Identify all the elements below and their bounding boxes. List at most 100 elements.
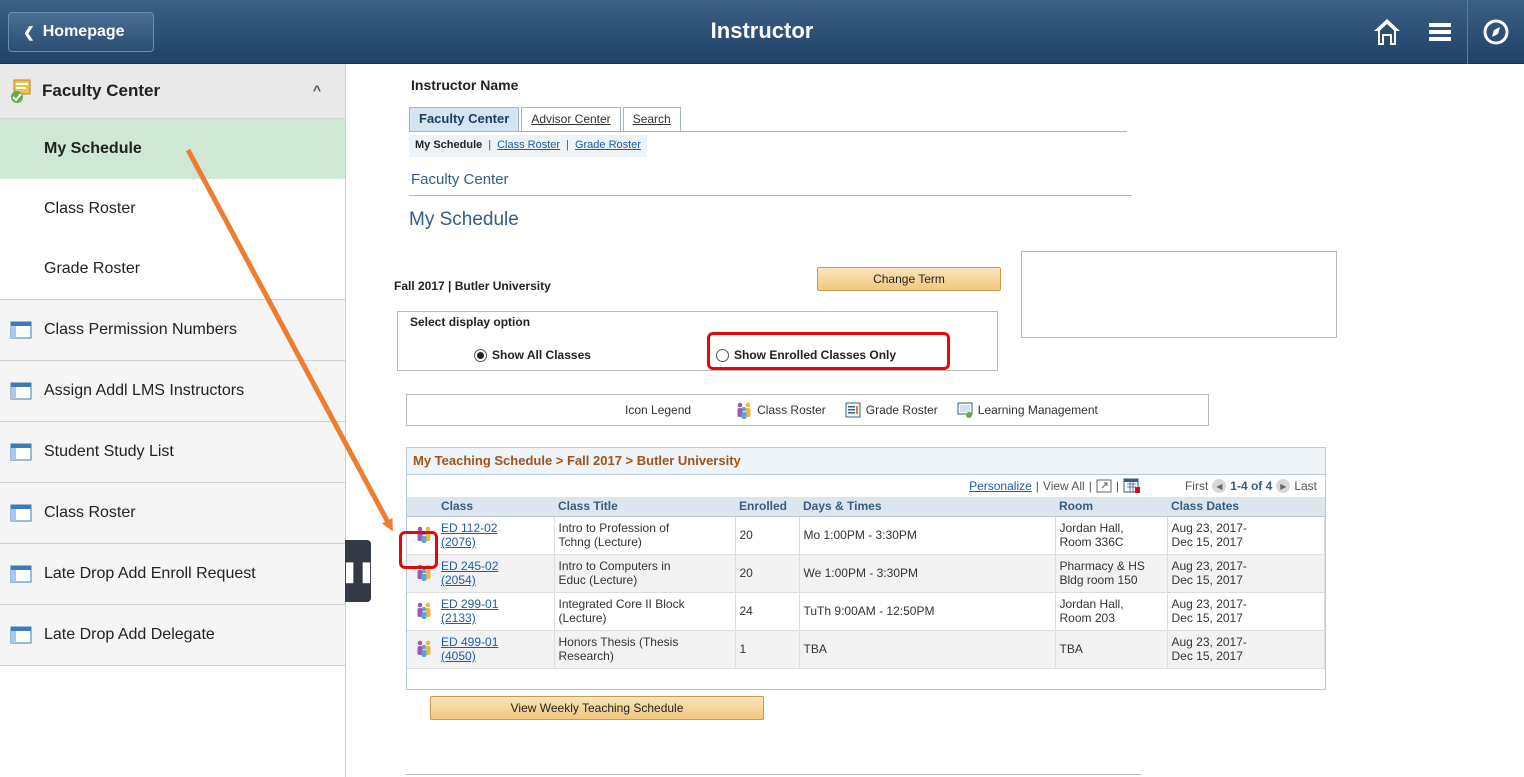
cell-days-times: We 1:00PM - 3:30PM bbox=[799, 554, 1056, 593]
first-link[interactable]: First bbox=[1185, 479, 1208, 493]
dates-line2: Dec 15, 2017 bbox=[1171, 573, 1243, 587]
cell-class: ED 112-02 (2076) bbox=[437, 516, 555, 555]
cell-roster-icon bbox=[407, 592, 437, 631]
home-icon[interactable] bbox=[1371, 16, 1403, 48]
cell-enrolled: 1 bbox=[735, 630, 800, 669]
grade-roster-icon bbox=[845, 402, 861, 418]
class-link[interactable]: ED 245-02 (2054) bbox=[441, 559, 498, 587]
instructor-name: Instructor Name bbox=[411, 77, 519, 93]
cell-class: ED 499-01 (4050) bbox=[437, 630, 555, 669]
legend-label: Grade Roster bbox=[865, 403, 938, 417]
class-link[interactable]: ED 499-01 (4050) bbox=[441, 635, 498, 663]
class-roster-icon[interactable] bbox=[415, 564, 433, 584]
page-icon bbox=[10, 382, 32, 400]
homepage-label: Homepage bbox=[42, 23, 125, 40]
section-divider bbox=[409, 195, 1132, 196]
cell-enrolled: 24 bbox=[735, 592, 800, 631]
sidebar-item-late-drop-add-delegate[interactable]: Late Drop Add Delegate bbox=[0, 605, 345, 666]
dates-line2: Dec 15, 2017 bbox=[1171, 535, 1243, 549]
change-term-button[interactable]: Change Term bbox=[817, 267, 1001, 291]
navbar-compass-icon[interactable] bbox=[1480, 16, 1512, 48]
tab-divider bbox=[409, 131, 1127, 132]
dates-line1: Aug 23, 2017- bbox=[1171, 635, 1247, 649]
view-weekly-teaching-schedule-button[interactable]: View Weekly Teaching Schedule bbox=[430, 696, 764, 720]
cell-room: Pharmacy & HS Bldg room 150 bbox=[1055, 554, 1168, 593]
sidebar-item-class-roster-page[interactable]: Class Roster bbox=[0, 483, 345, 544]
cell-class-title: Intro to Profession of Tchng (Lecture) bbox=[554, 516, 736, 555]
dates-line1: Aug 23, 2017- bbox=[1171, 597, 1247, 611]
class-code: ED 299-01 bbox=[441, 597, 499, 611]
class-roster-icon[interactable] bbox=[415, 602, 433, 622]
legend-label: Learning Management bbox=[977, 403, 1098, 417]
download-spreadsheet-icon[interactable] bbox=[1123, 478, 1141, 494]
class-title-line2: Tchng (Lecture) bbox=[558, 535, 642, 549]
chevron-up-icon[interactable]: ^ bbox=[313, 82, 321, 98]
subnav-separator: | bbox=[566, 139, 569, 151]
last-link[interactable]: Last bbox=[1294, 479, 1317, 493]
cell-room: TBA bbox=[1055, 630, 1168, 669]
center-tabs: Faculty Center Advisor Center Search bbox=[409, 107, 683, 131]
grid-nav-separator: | bbox=[1035, 479, 1039, 493]
page-range: 1-4 of 4 bbox=[1230, 479, 1273, 493]
sidebar-faculty-center-header[interactable]: Faculty Center ^ bbox=[0, 64, 345, 119]
class-link[interactable]: ED 299-01 (2133) bbox=[441, 597, 498, 625]
highlight-box-roster-icon bbox=[399, 531, 438, 569]
highlight-box-enrolled-option bbox=[707, 332, 950, 370]
page-icon bbox=[10, 565, 32, 583]
sidebar-item-label: Class Roster bbox=[44, 504, 136, 521]
subnav-link-grade-roster[interactable]: Grade Roster bbox=[575, 139, 641, 153]
sidebar-item-late-drop-add-enroll-request[interactable]: Late Drop Add Enroll Request bbox=[0, 544, 345, 605]
next-page-icon[interactable]: ▶ bbox=[1276, 479, 1291, 493]
radio-label: Show All Classes bbox=[492, 348, 591, 362]
schedule-table: Class Class Title Enrolled Days & Times … bbox=[407, 497, 1325, 669]
zoom-grid-icon[interactable] bbox=[1096, 479, 1112, 493]
cell-days-times: Mo 1:00PM - 3:30PM bbox=[799, 516, 1056, 555]
tab-search[interactable]: Search bbox=[622, 107, 681, 131]
tab-advisor-center[interactable]: Advisor Center bbox=[521, 107, 621, 131]
sidebar-item-class-permission-numbers[interactable]: Class Permission Numbers bbox=[0, 300, 345, 361]
homepage-back-button[interactable]: ❮ Homepage bbox=[8, 12, 154, 52]
class-title-line2: Educ (Lecture) bbox=[558, 573, 638, 587]
page-icon bbox=[10, 321, 32, 339]
cell-room: Jordan Hall, Room 336C bbox=[1055, 516, 1168, 555]
header-days-times: Days & Times bbox=[799, 497, 1055, 517]
legend-grade-roster: Grade Roster bbox=[844, 401, 938, 419]
class-number: (2054) bbox=[441, 573, 476, 587]
sidebar: Faculty Center ^ My Schedule Class Roste… bbox=[0, 64, 346, 777]
personalize-link[interactable]: Personalize bbox=[969, 479, 1032, 493]
table-row: ED 299-01 (2133) Integrated Core II Block(… bbox=[407, 592, 1325, 631]
sidebar-item-class-roster[interactable]: Class Roster bbox=[0, 179, 345, 239]
class-title-line2: (Lecture) bbox=[558, 611, 607, 625]
cell-class-dates: Aug 23, 2017- Dec 15, 2017 bbox=[1167, 630, 1325, 669]
class-title-line2: Research) bbox=[558, 649, 614, 663]
grid-nav-separator: | bbox=[1115, 479, 1119, 493]
class-number: (2133) bbox=[441, 611, 476, 625]
room-line1: TBA bbox=[1059, 642, 1083, 656]
section-label: Faculty Center bbox=[411, 171, 509, 188]
subnav-current: My Schedule bbox=[415, 139, 483, 151]
dates-line2: Dec 15, 2017 bbox=[1171, 649, 1243, 663]
class-code: ED 245-02 bbox=[441, 559, 499, 573]
hamburger-menu-icon[interactable] bbox=[1424, 16, 1456, 48]
cell-class-title: Integrated Core II Block (Lecture) bbox=[554, 592, 736, 631]
previous-page-icon[interactable]: ◀ bbox=[1212, 479, 1227, 493]
class-link[interactable]: ED 112-02 (2076) bbox=[441, 521, 497, 549]
sidebar-item-label: Student Study List bbox=[44, 443, 174, 460]
view-all-link[interactable]: View All bbox=[1043, 479, 1085, 493]
sidebar-item-student-study-list[interactable]: Student Study List bbox=[0, 422, 345, 483]
page-icon bbox=[10, 443, 32, 461]
subnav-link-class-roster[interactable]: Class Roster bbox=[497, 139, 560, 153]
sidebar-item-grade-roster[interactable]: Grade Roster bbox=[0, 239, 345, 299]
class-roster-icon[interactable] bbox=[415, 640, 433, 660]
cell-days-times: TBA bbox=[799, 630, 1056, 669]
table-row: ED 112-02 (2076) Intro to Profession of Tch… bbox=[407, 516, 1325, 555]
empty-panel bbox=[1021, 251, 1337, 338]
tab-faculty-center[interactable]: Faculty Center bbox=[409, 107, 520, 131]
header-class-dates: Class Dates bbox=[1167, 497, 1325, 517]
sidebar-item-my-schedule[interactable]: My Schedule bbox=[0, 119, 345, 179]
sidebar-item-assign-addl-lms-instructors[interactable]: Assign Addl LMS Instructors bbox=[0, 361, 345, 422]
sidebar-item-label: Late Drop Add Delegate bbox=[44, 626, 215, 643]
page-icon bbox=[10, 504, 32, 522]
room-line2: Room 336C bbox=[1059, 535, 1124, 549]
radio-show-all-classes[interactable]: Show All Classes bbox=[474, 348, 591, 362]
